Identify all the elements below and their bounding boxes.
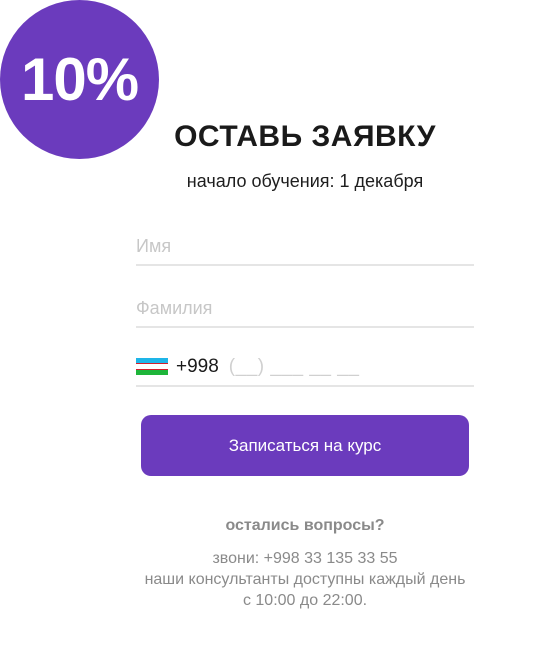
- contact-phone-text: звони: +998 33 135 33 55: [212, 550, 398, 567]
- phone-dial-code: +998: [176, 356, 219, 377]
- phone-field-container: +998: [136, 349, 474, 387]
- contact-hours-text: с 10:00 до 22:00.: [242, 592, 368, 609]
- submit-button[interactable]: Записаться на курс: [141, 415, 469, 476]
- first-name-field-container: [136, 228, 474, 266]
- last-name-input[interactable]: [136, 290, 474, 326]
- form-subtitle: начало обучения: 1 декабря: [186, 171, 424, 191]
- uzbekistan-flag-icon[interactable]: [136, 358, 168, 376]
- form-title: ОСТАВЬ ЗАЯВКУ: [174, 120, 436, 153]
- phone-input-wrapper: [228, 349, 474, 385]
- first-name-input[interactable]: [136, 228, 474, 264]
- last-name-field-container: [136, 290, 474, 328]
- phone-input[interactable]: [228, 349, 474, 385]
- signup-page: 10% ОСТАВЬ ЗАЯВКУ начало обучения: 1 дек…: [0, 0, 542, 661]
- discount-badge-text: 10%: [20, 46, 139, 113]
- questions-heading: остались вопросы?: [225, 517, 385, 534]
- contact-availability-text: наши консультанты доступны каждый день: [144, 571, 466, 588]
